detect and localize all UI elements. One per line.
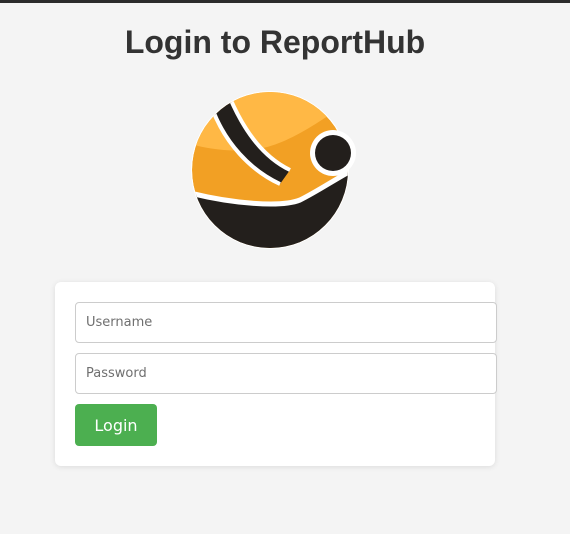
page-title: Login to ReportHub bbox=[124, 24, 426, 60]
username-input[interactable] bbox=[75, 302, 497, 343]
login-button[interactable]: Login bbox=[75, 404, 157, 446]
reporthub-logo-icon bbox=[191, 91, 356, 249]
window-top-edge bbox=[0, 0, 570, 3]
login-card: Login bbox=[55, 282, 497, 466]
password-input[interactable] bbox=[75, 353, 497, 394]
